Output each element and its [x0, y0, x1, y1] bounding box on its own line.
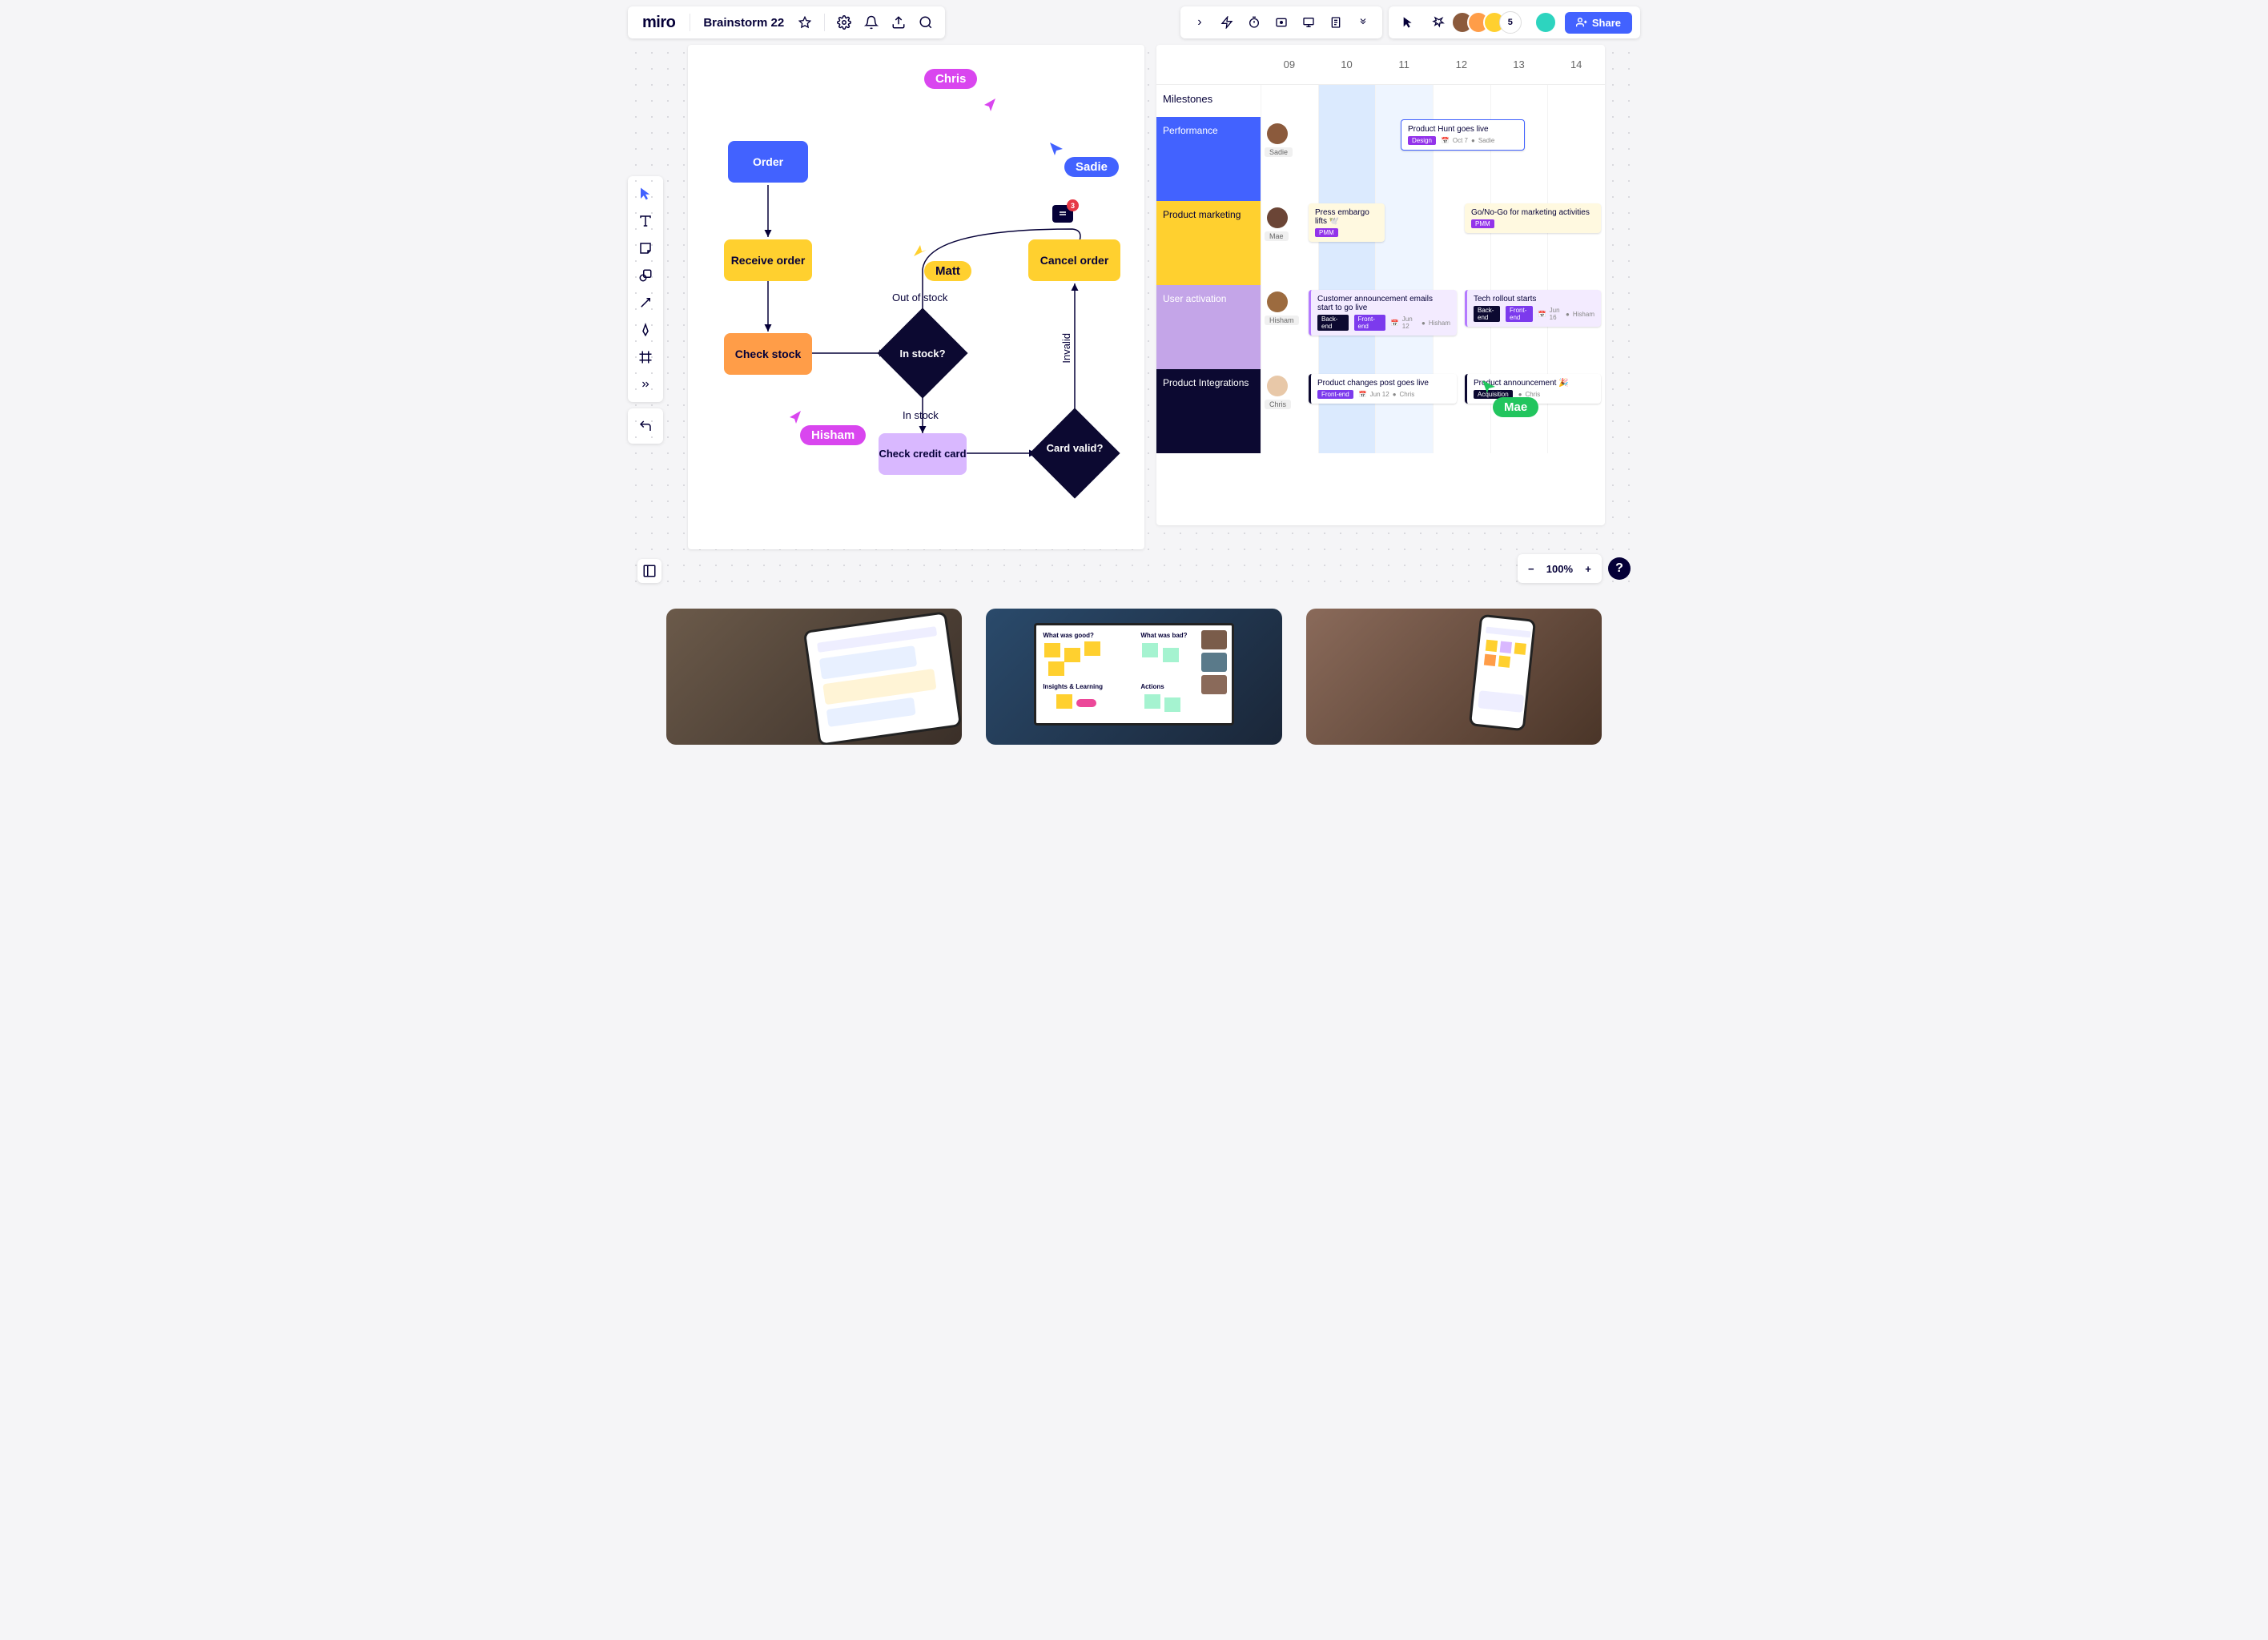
card-customer-announce[interactable]: Customer announcement emails start to go…	[1309, 290, 1457, 336]
frames-panel-toggle[interactable]	[637, 559, 662, 583]
gantt-row-milestones: Milestones	[1156, 85, 1605, 117]
avatar-mae[interactable]	[1267, 207, 1288, 228]
search-icon[interactable]	[915, 11, 937, 34]
gantt-row-product-integrations: Product Integrations Chris Product chang…	[1156, 369, 1605, 453]
cursor-mae-arrow	[1481, 379, 1497, 395]
more-tools-icon[interactable]	[1352, 11, 1374, 34]
cursor-chris: Chris	[924, 69, 977, 89]
comment-count-badge: 3	[1067, 199, 1079, 211]
marketing-card-meeting[interactable]: What was good? What was bad? Insights & …	[986, 609, 1281, 745]
notes-icon[interactable]	[1325, 11, 1347, 34]
cursor-sadie: Sadie	[1064, 157, 1119, 177]
gantt-row-performance: Performance Sadie Product Hunt goes live…	[1156, 117, 1605, 201]
help-button[interactable]: ?	[1608, 557, 1631, 580]
share-button[interactable]: Share	[1565, 12, 1632, 34]
cursor-chris-arrow	[983, 97, 999, 113]
current-user-avatar[interactable]	[1534, 11, 1557, 34]
cursor-hisham: Hisham	[800, 425, 866, 445]
gantt-day-11: 11	[1375, 45, 1433, 84]
avatar-hisham-label: Hisham	[1265, 316, 1299, 325]
miro-logo[interactable]: miro	[636, 14, 682, 32]
avatar-chris-label: Chris	[1265, 400, 1291, 409]
star-icon[interactable]	[794, 11, 816, 34]
flowchart-frame[interactable]: Order Receive order Check stock Check cr…	[688, 45, 1144, 549]
gantt-day-12: 12	[1433, 45, 1490, 84]
node-check-stock[interactable]: Check stock	[724, 333, 812, 375]
card-product-hunt[interactable]: Product Hunt goes live Design 📅Oct 7 ●Sa…	[1401, 119, 1525, 151]
card-go-no-go[interactable]: Go/No-Go for marketing activities PMM	[1465, 203, 1601, 233]
timeline-frame[interactable]: 09 10 11 12 13 14 Milestones Receive Per…	[1156, 45, 1605, 525]
export-icon[interactable]	[887, 11, 910, 34]
avatar-hisham[interactable]	[1267, 291, 1288, 312]
cursor-mae: Mae	[1493, 397, 1538, 417]
gantt-day-10: 10	[1318, 45, 1376, 84]
collaborator-avatars[interactable]: 5	[1458, 11, 1522, 34]
edge-label-out-of-stock: Out of stock	[892, 291, 947, 303]
gantt-row-product-marketing: Product marketing Mae Press embargo lift…	[1156, 201, 1605, 285]
avatar-count[interactable]: 5	[1499, 11, 1522, 34]
gantt-row-user-activation: User activation Hisham Customer announce…	[1156, 285, 1605, 369]
zoom-level[interactable]: 100%	[1546, 563, 1573, 575]
cursor-matt-arrow	[912, 243, 928, 259]
zoom-in-button[interactable]: +	[1581, 557, 1595, 580]
avatar-sadie-label: Sadie	[1265, 147, 1293, 157]
avatar-sadie[interactable]	[1267, 123, 1288, 144]
node-cancel-order[interactable]: Cancel order	[1028, 239, 1120, 281]
marketing-card-phone[interactable]	[1306, 609, 1602, 745]
gantt-day-14: 14	[1547, 45, 1605, 84]
bell-icon[interactable]	[860, 11, 883, 34]
node-receive-order[interactable]: Receive order	[724, 239, 812, 281]
collab-panel: 5 Share	[1389, 6, 1640, 38]
node-in-stock-label: In stock?	[887, 348, 959, 360]
marketing-row: What was good? What was bad? Insights & …	[618, 589, 1650, 764]
gantt-day-13: 13	[1490, 45, 1548, 84]
reactions-icon[interactable]	[1427, 11, 1450, 34]
marketing-card-tablet[interactable]	[666, 609, 962, 745]
settings-icon[interactable]	[833, 11, 855, 34]
node-order[interactable]: Order	[728, 141, 808, 183]
center-tools-panel: ›	[1180, 6, 1382, 38]
edge-label-in-stock: In stock	[903, 409, 939, 421]
avatar-chris[interactable]	[1267, 376, 1288, 396]
bolt-icon[interactable]	[1216, 11, 1238, 34]
node-card-valid-label: Card valid?	[1039, 442, 1111, 455]
cursor-sadie-arrow	[1048, 141, 1064, 157]
edge-label-invalid: Invalid	[1060, 333, 1072, 364]
zoom-out-button[interactable]: −	[1524, 557, 1538, 580]
zoom-controls: − 100% +	[1518, 554, 1602, 583]
comment-lines-icon	[1058, 210, 1068, 218]
card-product-changes[interactable]: Product changes post goes live Front-end…	[1309, 374, 1457, 404]
record-icon[interactable]	[1270, 11, 1293, 34]
avatar-mae-label: Mae	[1265, 231, 1289, 241]
cursor-hisham-arrow	[788, 409, 804, 425]
comment-thread[interactable]: 3	[1052, 205, 1073, 223]
select-cursor-icon[interactable]	[1397, 11, 1419, 34]
gantt-day-09: 09	[1261, 45, 1318, 84]
cursor-matt: Matt	[924, 261, 971, 281]
board-name[interactable]: Brainstorm 22	[698, 16, 789, 30]
share-label: Share	[1592, 17, 1621, 29]
card-tech-rollout[interactable]: Tech rollout starts Back-endFront-end 📅J…	[1465, 290, 1601, 327]
board-header-panel: miro Brainstorm 22	[628, 6, 945, 38]
node-check-credit-card[interactable]: Check credit card	[879, 433, 967, 475]
timer-icon[interactable]	[1243, 11, 1265, 34]
gantt-header: 09 10 11 12 13 14	[1156, 45, 1605, 85]
collapse-left-icon[interactable]: ›	[1188, 11, 1211, 34]
present-icon[interactable]	[1297, 11, 1320, 34]
card-press-embargo[interactable]: Press embargo lifts 🕊️ PMM	[1309, 203, 1385, 242]
